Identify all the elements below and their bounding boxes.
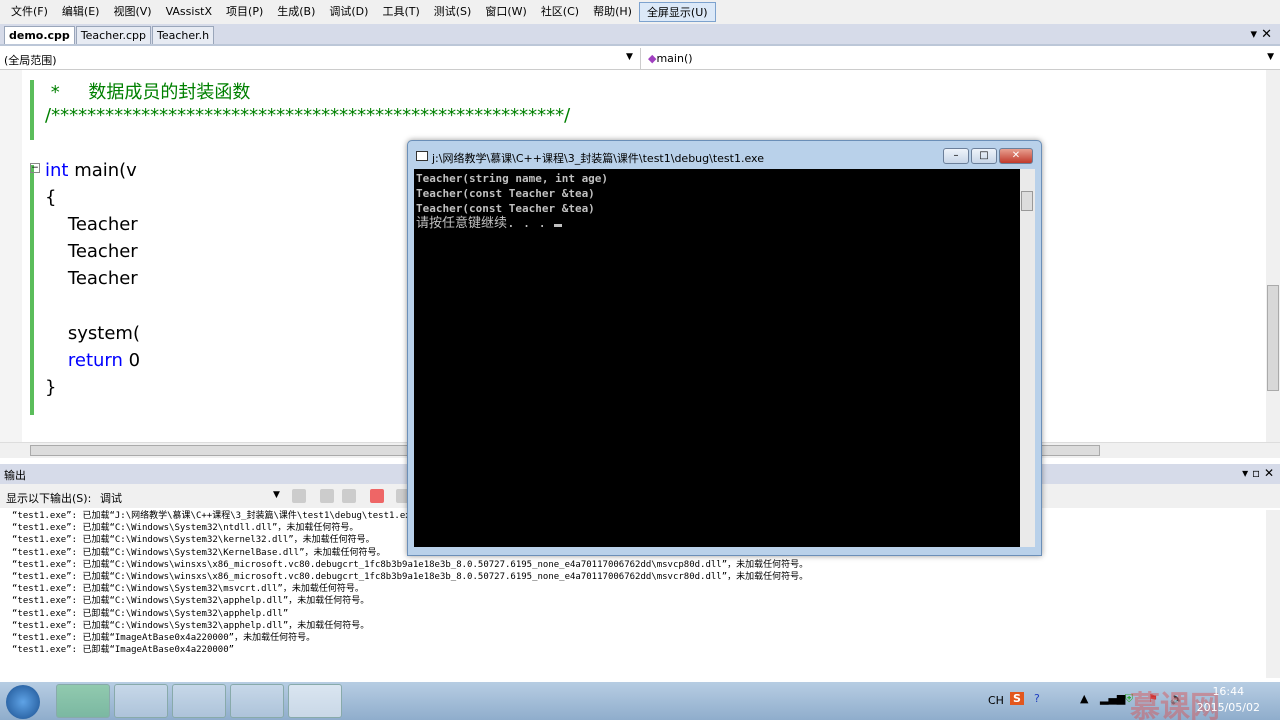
scroll-thumb[interactable] (1267, 285, 1279, 391)
menu-tools[interactable]: 工具(T) (375, 2, 426, 22)
change-marker (30, 80, 34, 140)
scope-dropdown[interactable]: (全局范围) (4, 52, 57, 68)
network-icon[interactable]: ▂▄▆ (1100, 692, 1125, 705)
tab-demo-cpp[interactable]: demo.cpp (4, 26, 75, 44)
output-line: “test1.exe”: 已卸载“C:\Windows\System32\app… (12, 608, 289, 619)
code-line: * 数据成员的封装函数 (45, 82, 251, 103)
menu-project[interactable]: 项目(P) (219, 2, 270, 22)
close-tab-icon[interactable]: ▾ ✕ (1250, 27, 1272, 42)
menu-bar: 文件(F) 编辑(E) 视图(V) VAssistX 项目(P) 生成(B) 调… (0, 0, 1280, 24)
menu-edit[interactable]: 编辑(E) (55, 2, 107, 22)
clock[interactable]: 16:44 2015/05/02 (1197, 684, 1260, 716)
menu-view[interactable]: 视图(V) (106, 2, 158, 22)
menu-fullscreen[interactable]: 全屏显示(U) (638, 2, 716, 22)
output-line: “test1.exe”: 已加载“ImageAtBase0x4a220000”，… (12, 633, 316, 644)
minimize-button[interactable]: – (943, 148, 969, 164)
console-line: Teacher(string name, int age) (416, 172, 609, 185)
maximize-button[interactable]: □ (971, 148, 997, 164)
time: 16:44 (1212, 685, 1245, 698)
output-line: “test1.exe”: 已卸载“ImageAtBase0x4a220000” (12, 645, 235, 656)
console-line: Teacher(const Teacher &tea) (416, 202, 595, 215)
tab-teacher-cpp[interactable]: Teacher.cpp (75, 26, 151, 44)
console-taskbar-icon[interactable] (288, 684, 342, 718)
menu-vassistx[interactable]: VAssistX (159, 2, 219, 22)
prev-message-icon[interactable] (320, 489, 334, 503)
console-scrollbar[interactable] (1020, 169, 1035, 547)
output-line: “test1.exe”: 已加载“C:\Windows\System32\msv… (12, 584, 364, 595)
output-title: 输出 (4, 469, 26, 482)
output-scrollbar[interactable] (1266, 510, 1280, 678)
console-line: 请按任意键继续. . . (416, 216, 554, 231)
scope-bar: (全局范围) ▼ ◆main() ▼ (0, 48, 1280, 70)
code-line: Teacher (45, 214, 138, 235)
menu-build[interactable]: 生成(B) (270, 2, 322, 22)
editor-vertical-scrollbar[interactable] (1266, 70, 1280, 442)
menu-debug[interactable]: 调试(D) (322, 2, 375, 22)
code-text: main(v (68, 160, 137, 181)
output-line: “test1.exe”: 已加载“C:\Windows\System32\app… (12, 596, 370, 607)
panel-controls[interactable]: ▾ ▫ ✕ (1242, 466, 1274, 480)
ie-taskbar-icon[interactable] (56, 684, 110, 718)
next-message-icon[interactable] (342, 489, 356, 503)
console-title: j:\网络教学\慕课\C++课程\3_封装篇\课件\test1\debug\te… (432, 152, 764, 165)
code-line: } (45, 377, 57, 398)
code-line: int main(v (45, 160, 137, 181)
console-line: Teacher(const Teacher &tea) (416, 187, 595, 200)
console-icon (416, 151, 428, 161)
tab-teacher-h[interactable]: Teacher.h (151, 26, 215, 44)
clear-all-icon[interactable] (370, 489, 384, 503)
sogou-icon[interactable]: S (1010, 692, 1024, 705)
function-name: main() (656, 52, 693, 65)
output-line: “test1.exe”: 已加载“C:\Windows\System32\app… (12, 620, 370, 631)
console-window: j:\网络教学\慕课\C++课程\3_封装篇\课件\test1\debug\te… (407, 140, 1042, 556)
system-tray: CH S ? ▲ ▂▄▆ ⛨ ⚑ 🔈 慕课网 16:44 2015/05/02 (980, 682, 1280, 725)
help-icon[interactable]: ? (1034, 692, 1040, 705)
explorer-taskbar-icon[interactable] (114, 684, 168, 718)
text-cursor (553, 224, 562, 227)
change-marker (30, 165, 34, 415)
keyword: return (67, 350, 123, 371)
chevron-down-icon[interactable]: ▼ (1267, 52, 1274, 62)
code-line: { (45, 187, 57, 208)
output-line: “test1.exe”: 已加载“C:\Windows\winsxs\x86_m… (12, 559, 809, 570)
taskbar: CH S ? ▲ ▂▄▆ ⛨ ⚑ 🔈 慕课网 16:44 2015/05/02 (0, 682, 1280, 725)
chevron-down-icon[interactable]: ▼ (626, 52, 633, 62)
code-line: system( (45, 323, 140, 344)
show-hidden-icons[interactable]: ▲ (1080, 692, 1088, 705)
menu-help[interactable]: 帮助(H) (586, 2, 639, 22)
output-line: “test1.exe”: 已加载“C:\Windows\winsxs\x86_m… (12, 572, 809, 583)
code-line: Teacher (45, 268, 138, 289)
app-taskbar-icon[interactable] (172, 684, 226, 718)
show-output-label: 显示以下输出(S): (6, 492, 92, 505)
close-button[interactable]: ✕ (999, 148, 1033, 164)
code-line: return 0 (45, 350, 140, 371)
code-line: Teacher (45, 241, 138, 262)
console-output[interactable]: Teacher(string name, int age) Teacher(con… (414, 169, 1020, 547)
divider (640, 48, 641, 70)
code-line: /***************************************… (45, 105, 571, 126)
collapse-icon[interactable]: − (30, 163, 40, 173)
menu-window[interactable]: 窗口(W) (478, 2, 533, 22)
gutter (0, 70, 22, 442)
function-dropdown[interactable]: ◆main() (648, 52, 693, 65)
document-tabs: demo.cpp Teacher.cpp Teacher.h ▾ ✕ (0, 24, 1280, 46)
menu-community[interactable]: 社区(C) (534, 2, 586, 22)
date: 2015/05/02 (1196, 701, 1260, 714)
chevron-down-icon[interactable]: ▼ (273, 490, 280, 500)
menu-test[interactable]: 测试(S) (427, 2, 479, 22)
code-text: 0 (122, 350, 141, 371)
keyword: int (45, 160, 69, 181)
find-source-icon[interactable] (292, 489, 306, 503)
output-source-select[interactable]: 调试 (100, 490, 122, 506)
visual-studio-taskbar-icon[interactable] (230, 684, 284, 718)
scroll-thumb[interactable] (1021, 191, 1033, 211)
language-indicator[interactable]: CH (988, 694, 1004, 707)
menu-file[interactable]: 文件(F) (4, 2, 55, 22)
start-button[interactable] (6, 685, 40, 719)
